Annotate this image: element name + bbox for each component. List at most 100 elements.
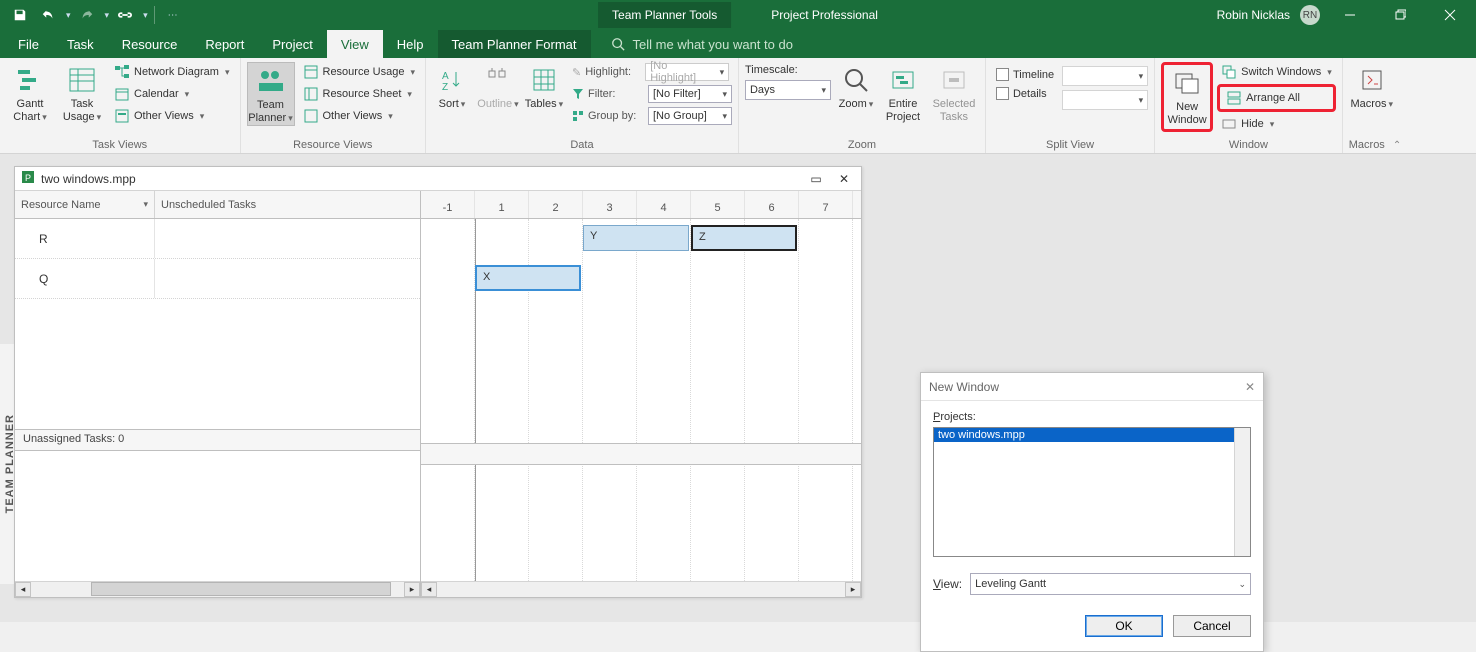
dialog-close-button[interactable]: ✕ (1245, 380, 1255, 394)
task-bar[interactable]: X (475, 265, 581, 291)
save-button[interactable] (8, 3, 32, 27)
other-res-views-button[interactable]: Other Views▾ (299, 106, 419, 126)
sort-icon: AZ (436, 64, 468, 96)
group-resource-views: Team Planner▾ Resource Usage▾ Resource S… (241, 58, 426, 153)
resource-row[interactable]: Q (15, 259, 420, 299)
chevron-down-icon: ▾ (105, 10, 110, 21)
resource-row[interactable]: R (15, 219, 420, 259)
timeline-checkbox[interactable]: Timeline (992, 66, 1058, 83)
tab-view[interactable]: View (327, 30, 383, 58)
tab-file[interactable]: File (0, 30, 53, 58)
titlebar: ▾ ▾ ▾ ⋯ Team Planner Tools Project Profe… (0, 0, 1476, 30)
close-button[interactable] (1430, 0, 1470, 30)
svg-text:P: P (25, 173, 31, 183)
selected-tasks-icon (938, 64, 970, 96)
outline-button[interactable]: Outline▾ (476, 62, 520, 111)
time-col[interactable]: 5 (691, 191, 745, 218)
new-window-button[interactable]: New Window (1161, 62, 1213, 132)
collapse-ribbon-icon[interactable]: ⌃ (1385, 140, 1401, 151)
tab-resource[interactable]: Resource (108, 30, 192, 58)
projects-listbox[interactable]: two windows.mpp (933, 427, 1251, 557)
gantt-chart-button[interactable]: Gantt Chart▾ (6, 62, 54, 124)
network-icon (114, 64, 130, 80)
other-views-button[interactable]: Other Views▾ (110, 106, 234, 126)
group-label: Macros (1349, 139, 1385, 151)
resource-sheet-button[interactable]: Resource Sheet▾ (299, 84, 419, 104)
projects-label: Projects: (933, 411, 1251, 423)
context-tab-title: Team Planner Tools (598, 2, 731, 28)
unassigned-header[interactable]: Unassigned Tasks: 0 (15, 429, 420, 451)
zoom-icon (840, 64, 872, 96)
sort-button[interactable]: AZ Sort▾ (432, 62, 472, 111)
group-field[interactable]: Group by: [No Group]▾ (572, 106, 732, 126)
resource-usage-icon (303, 64, 319, 80)
macros-button[interactable]: Macros▾ (1349, 62, 1395, 111)
highlight-field[interactable]: ✎ Highlight: [No Highlight]▾ (572, 62, 732, 82)
group-window: New Window Switch Windows▾ Arrange All H… (1155, 58, 1343, 153)
tab-help[interactable]: Help (383, 30, 438, 58)
arrange-all-icon (1226, 90, 1242, 106)
time-col[interactable]: 6 (745, 191, 799, 218)
user-avatar[interactable]: RN (1300, 5, 1320, 25)
time-col[interactable]: 4 (637, 191, 691, 218)
minimize-button[interactable] (1330, 0, 1370, 30)
time-col[interactable]: 7 (799, 191, 853, 218)
outline-icon (482, 64, 514, 96)
resource-usage-button[interactable]: Resource Usage▾ (299, 62, 419, 82)
hide-button[interactable]: Hide▾ (1217, 114, 1336, 134)
time-col[interactable]: 2 (529, 191, 583, 218)
hide-icon (1221, 116, 1237, 132)
tables-button[interactable]: Tables▾ (524, 62, 564, 111)
timeline-scrollbar[interactable]: ◂▸ (421, 581, 861, 597)
ok-button[interactable]: OK (1085, 615, 1163, 637)
quick-access-toolbar: ▾ ▾ ▾ ⋯ (0, 3, 185, 27)
project-list-item[interactable]: two windows.mpp (934, 428, 1250, 442)
listbox-scrollbar[interactable] (1234, 428, 1250, 556)
tab-task[interactable]: Task (53, 30, 108, 58)
view-label: View: (933, 577, 962, 591)
restore-button[interactable] (1380, 0, 1420, 30)
timescale-combo[interactable]: Days▾ (745, 80, 831, 100)
left-scrollbar[interactable]: ◂▸ (15, 581, 420, 597)
col-header-unscheduled[interactable]: Unscheduled Tasks (155, 191, 420, 218)
task-bar[interactable]: Z (691, 225, 797, 251)
group-task-views: Gantt Chart▾ Task Usage▾ Network Diagram… (0, 58, 241, 153)
switch-windows-button[interactable]: Switch Windows▾ (1217, 62, 1336, 82)
time-col[interactable]: -1 (421, 191, 475, 218)
tell-me-search[interactable]: Tell me what you want to do (591, 30, 793, 58)
doc-close-button[interactable]: ✕ (833, 170, 855, 188)
tab-project[interactable]: Project (258, 30, 326, 58)
col-header-resource[interactable]: Resource Name▾ (15, 191, 155, 218)
filter-field[interactable]: Filter: [No Filter]▾ (572, 84, 732, 104)
dialog-title: New Window (929, 380, 999, 394)
tab-report[interactable]: Report (191, 30, 258, 58)
resource-sheet-icon (303, 86, 319, 102)
undo-button[interactable] (36, 3, 60, 27)
calendar-button[interactable]: Calendar▾ (110, 84, 234, 104)
redo-button[interactable] (75, 3, 99, 27)
group-split-view: Timeline Details ▾ ▾ Split View (986, 58, 1155, 153)
doc-maximize-button[interactable]: ▭ (805, 170, 827, 188)
timeline-view-combo[interactable]: ▾ (1062, 66, 1148, 86)
task-bar[interactable]: Y (583, 225, 689, 251)
link-button[interactable] (113, 3, 137, 27)
cancel-button[interactable]: Cancel (1173, 615, 1251, 637)
task-usage-button[interactable]: Task Usage▾ (58, 62, 106, 124)
entire-project-button[interactable]: Entire Project (881, 62, 925, 124)
qat-customize[interactable]: ⋯ (161, 3, 185, 27)
app-title: Project Professional (771, 8, 878, 22)
time-col[interactable]: 3 (583, 191, 637, 218)
team-planner-button[interactable]: Team Planner▾ (247, 62, 295, 126)
network-diagram-button[interactable]: Network Diagram▾ (110, 62, 234, 82)
view-combo[interactable]: Leveling Gantt⌄ (970, 573, 1251, 595)
group-label: Data (432, 137, 732, 153)
arrange-all-button[interactable]: Arrange All (1217, 84, 1336, 112)
details-checkbox[interactable]: Details (992, 85, 1058, 102)
entire-project-icon (887, 64, 919, 96)
tab-format[interactable]: Team Planner Format (438, 30, 591, 58)
chevron-down-icon: ▾ (66, 10, 71, 21)
zoom-button[interactable]: Zoom▾ (835, 62, 877, 111)
time-col[interactable]: 1 (475, 191, 529, 218)
details-view-combo[interactable]: ▾ (1062, 90, 1148, 110)
resource-columns: Resource Name▾ Unscheduled Tasks R Q Una… (15, 191, 421, 597)
